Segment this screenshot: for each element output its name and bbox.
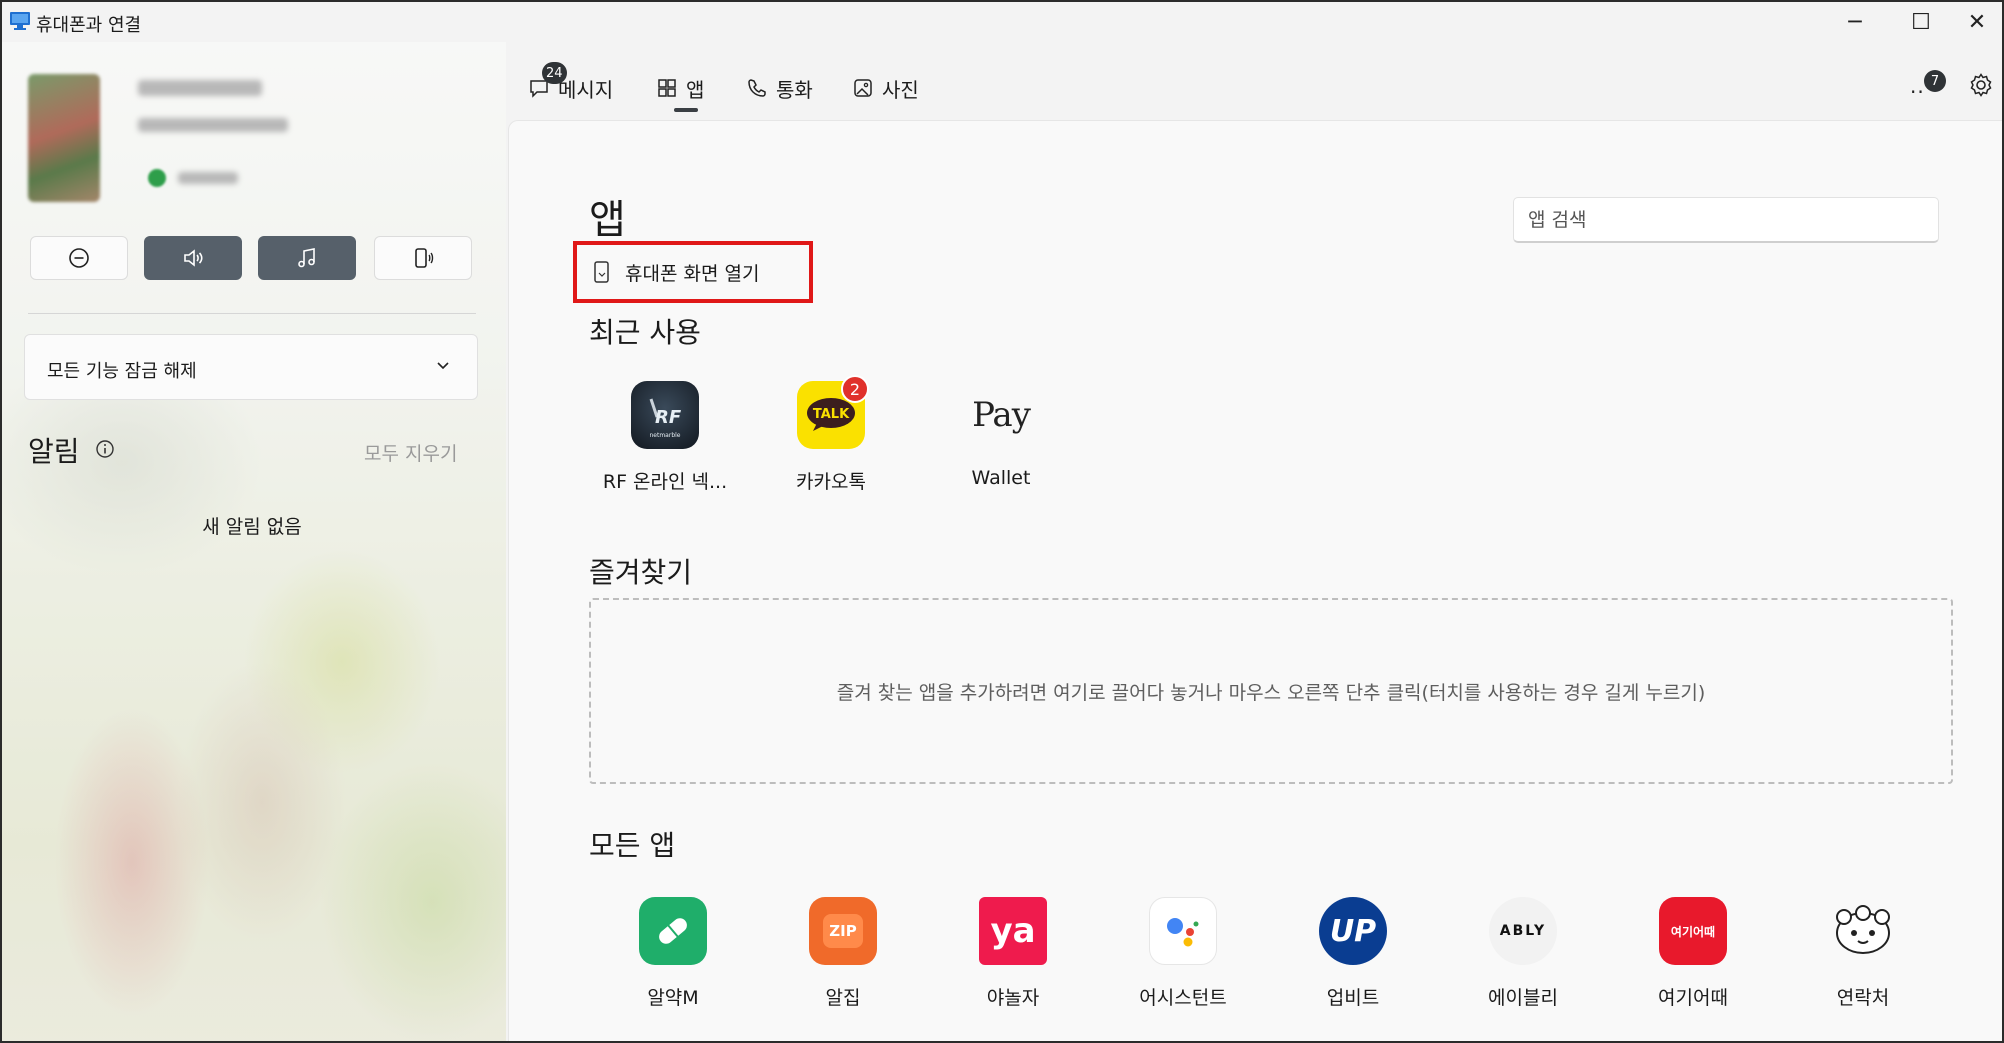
minimize-button[interactable]: ─ xyxy=(1826,2,1884,42)
recent-section-title: 최근 사용 xyxy=(589,316,701,349)
app-assistant[interactable]: 어시스턴트 xyxy=(1103,897,1263,1010)
google-assistant-icon xyxy=(1149,897,1217,965)
tab-apps-label: 앱 xyxy=(686,77,705,102)
info-icon[interactable] xyxy=(95,439,115,459)
upbit-icon: UP xyxy=(1319,897,1387,965)
minus-circle-icon xyxy=(69,248,89,268)
phone-thumbnail xyxy=(28,74,100,202)
app-label: 카카오톡 xyxy=(796,471,866,493)
svg-text:RF: RF xyxy=(655,407,682,428)
tab-calls-label: 통화 xyxy=(776,77,813,102)
gear-icon[interactable] xyxy=(1968,72,1994,98)
open-phone-screen-button[interactable]: 휴대폰 화면 열기 xyxy=(573,241,813,303)
no-notifications-text: 새 알림 없음 xyxy=(202,516,302,538)
device-status-redacted xyxy=(138,118,288,132)
app-alzip[interactable]: ZIP 알집 xyxy=(763,897,923,1010)
unlock-features-dropdown[interactable]: 모든 기능 잠금 해제 xyxy=(24,334,478,400)
maximize-button[interactable]: ☐ xyxy=(1892,2,1950,42)
app-contacts[interactable]: 연락처 xyxy=(1783,897,1943,1010)
app-label: RF 온라인 넥... xyxy=(602,471,728,493)
battery-redacted xyxy=(178,172,238,184)
chevron-down-icon xyxy=(437,362,449,370)
active-tab-indicator xyxy=(674,108,698,112)
more-badge: 7 xyxy=(1924,70,1946,92)
alyac-icon xyxy=(639,897,707,965)
tab-apps[interactable]: 앱 xyxy=(656,70,704,106)
recent-app-kakaotalk[interactable]: TALK 2 카카오톡 xyxy=(751,375,911,494)
apps-page: 앱 휴대폰 화면 열기 최근 사용 RF netmarble RF 온라인 넥..… xyxy=(508,120,2002,1041)
unlock-features-label: 모든 기능 잠금 해제 xyxy=(47,361,197,382)
clear-all-notifications-button[interactable]: 모두 지우기 xyxy=(364,439,457,466)
phone-link-app-icon xyxy=(10,12,30,30)
app-label: 어시스턴트 xyxy=(1139,987,1227,1009)
favorites-section-title: 즐겨찾기 xyxy=(589,556,693,589)
music-note-icon xyxy=(298,248,315,268)
recent-app-rf-online[interactable]: RF netmarble RF 온라인 넥... xyxy=(585,381,745,494)
close-button[interactable]: ✕ xyxy=(1948,2,2002,42)
phone-screen-icon xyxy=(594,261,609,283)
svg-text:netmarble: netmarble xyxy=(649,432,680,439)
device-name-redacted xyxy=(138,80,262,96)
left-pane: 모든 기능 잠금 해제 알림 모두 지우기 새 알림 없음 xyxy=(2,42,506,1041)
tab-messages[interactable]: 메시지 xyxy=(528,70,613,106)
app-label: 여기어때 xyxy=(1658,987,1728,1009)
app-label: 업비트 xyxy=(1326,987,1380,1009)
ably-icon: ABLY xyxy=(1489,897,1557,965)
favorites-hint: 즐겨 찾는 앱을 추가하려면 여기로 끌어다 놓거나 마우스 오른쪽 단추 클릭… xyxy=(836,681,1706,704)
sound-button[interactable] xyxy=(144,236,242,280)
tab-photos-label: 사진 xyxy=(882,77,919,102)
messages-badge: 24 xyxy=(542,62,567,84)
tab-messages-label: 메시지 xyxy=(558,77,614,102)
divider xyxy=(28,313,476,314)
samsung-pay-icon: Pay xyxy=(972,395,1031,435)
photo-icon xyxy=(854,79,872,97)
app-yeogi[interactable]: 여기어때 여기어때 xyxy=(1613,897,1773,1010)
phone-ring-icon xyxy=(415,248,434,268)
connection-status-dot xyxy=(148,169,166,187)
app-ably[interactable]: ABLY 에이블리 xyxy=(1443,897,1603,1010)
tab-photos[interactable]: 사진 xyxy=(852,70,919,106)
favorites-drop-zone[interactable]: 즐겨 찾는 앱을 추가하려면 여기로 끌어다 놓거나 마우스 오른쪽 단추 클릭… xyxy=(589,598,1953,784)
tab-calls[interactable]: 통화 xyxy=(746,70,813,106)
app-label: Wallet xyxy=(971,467,1031,489)
recent-app-wallet[interactable]: Pay Wallet xyxy=(921,381,1081,489)
ring-phone-button[interactable] xyxy=(374,236,472,280)
kakaotalk-badge: 2 xyxy=(841,375,869,403)
rf-online-icon: RF netmarble xyxy=(631,381,699,449)
svg-text:TALK: TALK xyxy=(813,407,850,422)
app-search-box[interactable] xyxy=(1513,197,1939,243)
app-search-input[interactable] xyxy=(1514,198,1938,241)
app-label: 알집 xyxy=(825,987,861,1009)
app-label: 야놀자 xyxy=(986,987,1040,1009)
app-label: 연락처 xyxy=(1836,987,1890,1009)
phone-icon xyxy=(748,79,766,97)
app-upbit[interactable]: UP 업비트 xyxy=(1273,897,1433,1010)
title-bar: 휴대폰과 연결 ─ ☐ ✕ xyxy=(2,2,2002,44)
all-apps-section-title: 모든 앱 xyxy=(589,829,676,862)
media-button[interactable] xyxy=(258,236,356,280)
page-title: 앱 xyxy=(589,197,626,243)
app-label: 알약M xyxy=(647,987,699,1009)
app-label: 에이블리 xyxy=(1488,987,1558,1009)
phone-link-window: 휴대폰과 연결 ─ ☐ ✕ 모든 기능 잠금 해제 알림 모두 지우기 새 알림… xyxy=(0,0,2004,1043)
yeogi-icon: 여기어때 xyxy=(1659,897,1727,965)
yanolja-icon: ya xyxy=(979,897,1047,965)
more-options-button[interactable]: .. xyxy=(1910,74,1925,98)
app-alyac[interactable]: 알약M xyxy=(593,897,753,1010)
notifications-title: 알림 xyxy=(28,435,80,468)
speaker-icon xyxy=(184,249,203,267)
app-yanolja[interactable]: ya 야놀자 xyxy=(933,897,1093,1010)
window-title: 휴대폰과 연결 xyxy=(36,15,142,36)
open-phone-screen-label: 휴대폰 화면 열기 xyxy=(625,262,760,285)
contacts-icon xyxy=(1829,897,1897,965)
do-not-disturb-button[interactable] xyxy=(30,236,128,280)
kakaotalk-icon: TALK 2 xyxy=(797,375,869,449)
apps-icon xyxy=(658,79,676,97)
alzip-icon: ZIP xyxy=(809,897,877,965)
